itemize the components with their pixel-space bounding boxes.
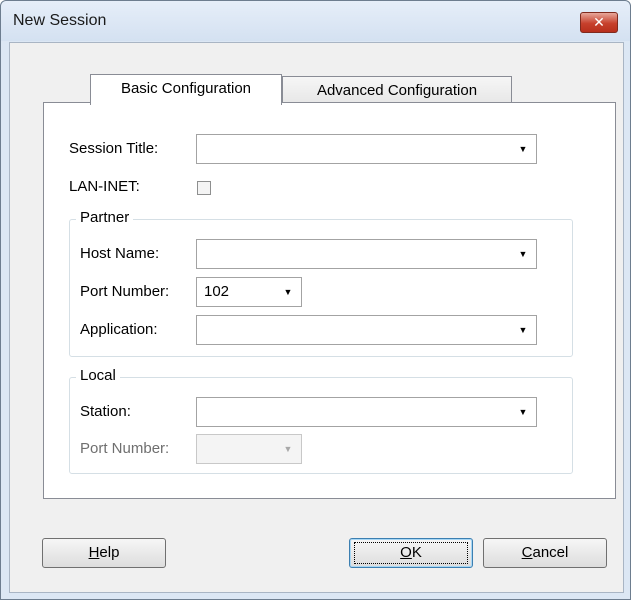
application-combo[interactable]: ▼ bbox=[196, 315, 537, 345]
port-number-combo[interactable]: 102 ▼ bbox=[196, 277, 302, 307]
help-label: elp bbox=[99, 544, 120, 561]
host-name-combo[interactable]: ▼ bbox=[196, 239, 537, 269]
cancel-label: ancel bbox=[532, 544, 569, 561]
chevron-down-icon[interactable]: ▼ bbox=[510, 316, 536, 344]
station-label: Station: bbox=[80, 403, 131, 420]
local-port-number-label: Port Number: bbox=[80, 440, 170, 457]
tab-basic-configuration[interactable]: Basic Configuration bbox=[90, 74, 282, 105]
tab-label: Basic Configuration bbox=[120, 80, 252, 97]
lan-inet-checkbox[interactable] bbox=[197, 181, 211, 195]
port-number-label: Port Number: bbox=[80, 283, 170, 300]
ok-button[interactable]: OK bbox=[349, 538, 473, 568]
combo-value: 102 bbox=[204, 283, 230, 300]
close-button[interactable]: ✕ bbox=[580, 12, 618, 33]
focus-rectangle bbox=[354, 542, 468, 564]
application-label: Application: bbox=[80, 321, 158, 338]
tab-advanced-configuration[interactable]: Advanced Configuration bbox=[282, 76, 512, 105]
title-bar[interactable]: New Session ✕ bbox=[1, 1, 630, 41]
basic-configuration-panel: Session Title: ▼ LAN-INET: Partner Host … bbox=[43, 102, 616, 499]
chevron-down-icon[interactable]: ▼ bbox=[275, 278, 301, 306]
close-icon: ✕ bbox=[593, 14, 605, 30]
cancel-button[interactable]: Cancel bbox=[483, 538, 607, 568]
chevron-down-icon[interactable]: ▼ bbox=[510, 135, 536, 163]
new-session-dialog: New Session ✕ Basic Configuration Advanc… bbox=[0, 0, 631, 600]
help-mnemonic: H bbox=[88, 544, 100, 561]
station-combo[interactable]: ▼ bbox=[196, 397, 537, 427]
partner-group: Partner Host Name: ▼ Port Number: 102 ▼ … bbox=[69, 209, 573, 357]
help-button[interactable]: Help bbox=[42, 538, 166, 568]
chevron-down-icon[interactable]: ▼ bbox=[510, 398, 536, 426]
chevron-down-icon[interactable]: ▼ bbox=[510, 240, 536, 268]
host-name-label: Host Name: bbox=[80, 245, 160, 262]
lan-inet-label: LAN-INET: bbox=[69, 178, 140, 195]
chevron-down-icon: ▼ bbox=[283, 444, 293, 454]
session-title-label: Session Title: bbox=[69, 140, 159, 157]
tab-label: Advanced Configuration bbox=[316, 82, 478, 99]
local-group: Local Station: ▼ Port Number: ▼ bbox=[69, 367, 573, 474]
partner-group-title: Partner bbox=[76, 209, 134, 226]
session-title-combo[interactable]: ▼ bbox=[196, 134, 537, 164]
local-port-number-combo: ▼ bbox=[196, 434, 302, 464]
window-title: New Session bbox=[13, 12, 107, 29]
local-group-title: Local bbox=[76, 367, 120, 384]
dialog-body: Basic Configuration Advanced Configurati… bbox=[9, 42, 624, 593]
cancel-mnemonic: C bbox=[521, 544, 533, 561]
